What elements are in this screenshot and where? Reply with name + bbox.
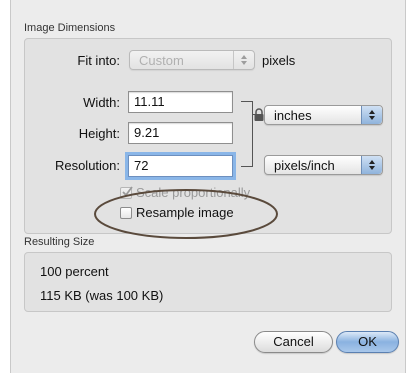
fit-into-label: Fit into: xyxy=(77,53,120,68)
resolution-unit-popup[interactable]: pixels/inch xyxy=(264,155,383,175)
ok-button[interactable]: OK xyxy=(336,331,399,353)
height-field[interactable]: 9.21 xyxy=(128,122,233,144)
annotation-ellipse xyxy=(94,189,278,239)
width-height-link-bracket xyxy=(241,101,253,167)
popup-arrows-icon xyxy=(233,51,254,69)
image-dimensions-dialog: Image Dimensions Fit into: Custom pixels… xyxy=(10,0,406,373)
fit-into-value: Custom xyxy=(139,53,184,68)
resolution-field[interactable]: 72 xyxy=(128,155,233,177)
popup-arrows-icon xyxy=(361,106,382,124)
resulting-file-size: 115 KB (was 100 KB) xyxy=(40,288,164,303)
popup-arrows-icon xyxy=(361,156,382,174)
resulting-percent: 100 percent xyxy=(40,264,109,279)
size-unit-popup[interactable]: inches xyxy=(264,105,383,125)
height-label: Height: xyxy=(78,126,120,141)
resolution-label: Resolution: xyxy=(54,158,120,173)
resulting-size-title: Resulting Size xyxy=(24,236,95,248)
fit-into-popup[interactable]: Custom xyxy=(129,50,255,70)
image-dimensions-title: Image Dimensions xyxy=(24,22,116,34)
resulting-size-group xyxy=(24,252,392,312)
width-label: Width: xyxy=(83,95,120,110)
size-unit-value: inches xyxy=(274,108,312,123)
fit-into-unit: pixels xyxy=(262,53,296,68)
width-field[interactable]: 11.11 xyxy=(128,91,233,113)
resolution-unit-value: pixels/inch xyxy=(274,158,335,173)
cancel-button[interactable]: Cancel xyxy=(254,331,333,353)
